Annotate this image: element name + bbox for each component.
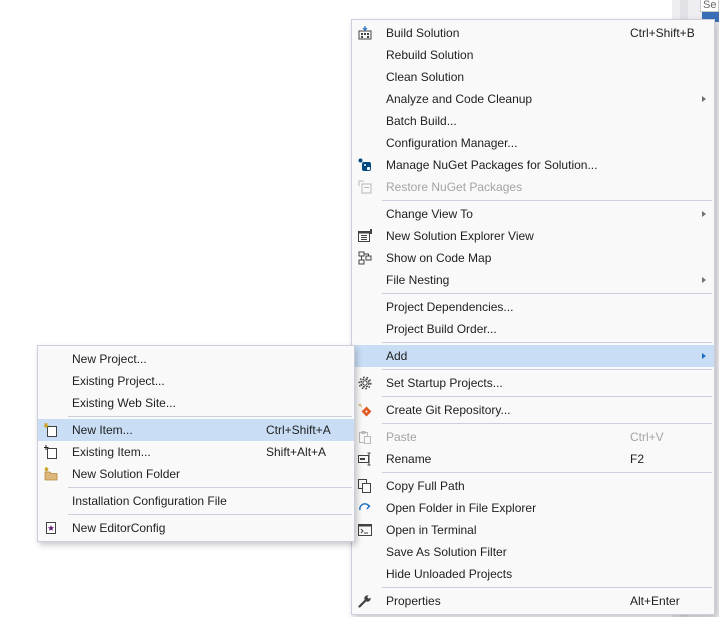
menu-item-label: File Nesting bbox=[386, 273, 450, 287]
menu-item-hide-unloaded-projects[interactable]: Hide Unloaded Projects bbox=[352, 563, 714, 585]
submenu-item-new-editorconfig[interactable]: New EditorConfig bbox=[38, 517, 354, 539]
menu-item-file-nesting[interactable]: File Nesting bbox=[352, 269, 714, 291]
new-folder-icon bbox=[43, 466, 59, 482]
submenu-arrow-icon bbox=[702, 96, 706, 102]
menu-item-label: Installation Configuration File bbox=[72, 494, 227, 508]
terminal-icon bbox=[357, 522, 373, 538]
menu-item-label: Create Git Repository... bbox=[386, 403, 511, 417]
menu-item-build-solution[interactable]: Build Solution Ctrl+Shift+B bbox=[352, 22, 714, 44]
menu-item-restore-nuget[interactable]: Restore NuGet Packages bbox=[352, 176, 714, 198]
menu-item-label: Rename bbox=[386, 452, 432, 466]
menu-item-paste[interactable]: Paste Ctrl+V bbox=[352, 426, 714, 448]
menu-item-label: Batch Build... bbox=[386, 114, 457, 128]
menu-item-clean-solution[interactable]: Clean Solution bbox=[352, 66, 714, 88]
menu-item-label: Rebuild Solution bbox=[386, 48, 474, 62]
menu-item-label: Existing Web Site... bbox=[72, 396, 176, 410]
menu-item-open-folder[interactable]: Open Folder in File Explorer bbox=[352, 497, 714, 519]
menu-item-label: Save As Solution Filter bbox=[386, 545, 507, 559]
menu-item-rebuild-solution[interactable]: Rebuild Solution bbox=[352, 44, 714, 66]
new-item-icon bbox=[43, 422, 59, 438]
menu-item-label: New EditorConfig bbox=[72, 521, 166, 535]
submenu-item-installation-config[interactable]: Installation Configuration File bbox=[38, 490, 354, 512]
menu-item-label: Existing Project... bbox=[72, 374, 165, 388]
shortcut-text: Ctrl+V bbox=[630, 430, 664, 444]
add-submenu: New Project... Existing Project... Exist… bbox=[37, 345, 355, 542]
menu-item-change-view[interactable]: Change View To bbox=[352, 203, 714, 225]
menu-item-manage-nuget[interactable]: Manage NuGet Packages for Solution... bbox=[352, 154, 714, 176]
rename-icon bbox=[357, 451, 373, 467]
menu-item-analyze[interactable]: Analyze and Code Cleanup bbox=[352, 88, 714, 110]
menu-item-label: Copy Full Path bbox=[386, 479, 465, 493]
shortcut-text: Ctrl+Shift+A bbox=[266, 423, 331, 437]
menu-item-label: Clean Solution bbox=[386, 70, 465, 84]
submenu-item-existing-item[interactable]: Existing Item... Shift+Alt+A bbox=[38, 441, 354, 463]
menu-item-project-build-order[interactable]: Project Build Order... bbox=[352, 318, 714, 340]
open-folder-icon bbox=[357, 500, 373, 516]
shortcut-text: Alt+Enter bbox=[630, 594, 680, 608]
menu-item-label: Project Dependencies... bbox=[386, 300, 514, 314]
menu-item-label: New Solution Folder bbox=[72, 467, 181, 481]
copy-icon bbox=[357, 478, 373, 494]
menu-item-properties[interactable]: Properties Alt+Enter bbox=[352, 590, 714, 612]
menu-item-label: Show on Code Map bbox=[386, 251, 492, 265]
build-icon bbox=[357, 25, 373, 41]
editorconfig-icon bbox=[43, 520, 59, 536]
menu-item-label: Open Folder in File Explorer bbox=[386, 501, 537, 515]
submenu-item-existing-project[interactable]: Existing Project... bbox=[38, 370, 354, 392]
menu-item-label: Properties bbox=[386, 594, 441, 608]
git-icon bbox=[357, 402, 373, 418]
menu-item-label: Build Solution bbox=[386, 26, 460, 40]
restore-packages-icon bbox=[357, 179, 373, 195]
gear-icon bbox=[357, 375, 373, 391]
submenu-arrow-icon bbox=[702, 353, 706, 359]
menu-item-copy-full-path[interactable]: Copy Full Path bbox=[352, 475, 714, 497]
background-search-input[interactable]: Se bbox=[700, 0, 719, 12]
menu-item-label: Paste bbox=[386, 430, 417, 444]
wrench-icon bbox=[357, 593, 373, 609]
code-map-icon bbox=[357, 250, 373, 266]
menu-item-show-code-map[interactable]: Show on Code Map bbox=[352, 247, 714, 269]
menu-item-project-dependencies[interactable]: Project Dependencies... bbox=[352, 296, 714, 318]
submenu-arrow-icon bbox=[702, 211, 706, 217]
menu-item-create-git-repo[interactable]: Create Git Repository... bbox=[352, 399, 714, 421]
menu-item-label: Hide Unloaded Projects bbox=[386, 567, 513, 581]
submenu-item-existing-web-site[interactable]: Existing Web Site... bbox=[38, 392, 354, 414]
shortcut-text: F2 bbox=[630, 452, 645, 466]
menu-item-label: Project Build Order... bbox=[386, 322, 497, 336]
menu-item-new-solution-explorer-view[interactable]: New Solution Explorer View bbox=[352, 225, 714, 247]
submenu-item-new-project[interactable]: New Project... bbox=[38, 348, 354, 370]
menu-item-save-as-solution-filter[interactable]: Save As Solution Filter bbox=[352, 541, 714, 563]
shortcut-text: Ctrl+Shift+B bbox=[630, 26, 695, 40]
menu-item-label: New Project... bbox=[72, 352, 147, 366]
menu-item-configuration-manager[interactable]: Configuration Manager... bbox=[352, 132, 714, 154]
menu-item-label: New Solution Explorer View bbox=[386, 229, 534, 243]
menu-item-label: New Item... bbox=[72, 423, 133, 437]
new-view-icon bbox=[357, 228, 373, 244]
screen: Se Build Solution Ctrl+Shift+B Rebuild S… bbox=[0, 0, 719, 617]
existing-item-icon bbox=[43, 444, 59, 460]
menu-item-label: Restore NuGet Packages bbox=[386, 180, 523, 194]
menu-item-label: Open in Terminal bbox=[386, 523, 477, 537]
menu-item-label: Existing Item... bbox=[72, 445, 151, 459]
menu-item-label: Configuration Manager... bbox=[386, 136, 518, 150]
nuget-icon bbox=[357, 157, 373, 173]
menu-item-batch-build[interactable]: Batch Build... bbox=[352, 110, 714, 132]
menu-item-add[interactable]: Add bbox=[352, 345, 714, 367]
menu-item-label: Analyze and Code Cleanup bbox=[386, 92, 533, 106]
paste-icon bbox=[357, 429, 373, 445]
submenu-arrow-icon bbox=[702, 277, 706, 283]
solution-context-menu: Build Solution Ctrl+Shift+B Rebuild Solu… bbox=[351, 19, 715, 615]
menu-item-rename[interactable]: Rename F2 bbox=[352, 448, 714, 470]
menu-item-label: Add bbox=[386, 349, 408, 363]
menu-item-open-terminal[interactable]: Open in Terminal bbox=[352, 519, 714, 541]
shortcut-text: Shift+Alt+A bbox=[266, 445, 327, 459]
menu-item-set-startup-projects[interactable]: Set Startup Projects... bbox=[352, 372, 714, 394]
submenu-item-new-solution-folder[interactable]: New Solution Folder bbox=[38, 463, 354, 485]
submenu-item-new-item[interactable]: New Item... Ctrl+Shift+A bbox=[38, 419, 354, 441]
menu-item-label: Change View To bbox=[386, 207, 473, 221]
menu-item-label: Manage NuGet Packages for Solution... bbox=[386, 158, 598, 172]
menu-item-label: Set Startup Projects... bbox=[386, 376, 503, 390]
